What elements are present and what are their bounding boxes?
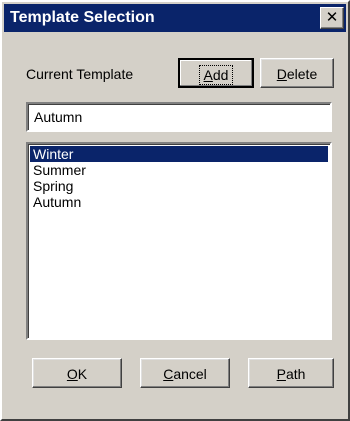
cancel-button-mnemonic: C	[163, 366, 174, 382]
path-button-mnemonic: P	[276, 366, 286, 382]
add-button[interactable]: Add	[178, 58, 254, 88]
list-item[interactable]: Summer	[30, 162, 328, 178]
current-template-field[interactable]: Autumn	[26, 102, 332, 132]
ok-button[interactable]: OK	[32, 358, 122, 388]
cancel-button[interactable]: Cancel	[140, 358, 230, 388]
path-button[interactable]: Path	[248, 358, 334, 388]
close-icon: ✕	[325, 9, 339, 26]
window-title: Template Selection	[10, 9, 155, 26]
current-template-value: Autumn	[34, 109, 83, 125]
ok-button-mnemonic: O	[66, 366, 78, 382]
ok-button-label: K	[77, 366, 88, 382]
add-button-mnemonic: A	[203, 67, 213, 83]
close-button[interactable]: ✕	[320, 7, 344, 29]
list-item[interactable]: Spring	[30, 178, 328, 194]
path-button-label: ath	[285, 366, 306, 382]
add-button-label: Add	[198, 65, 234, 85]
delete-button-label: elete	[286, 66, 318, 82]
delete-button-mnemonic: D	[276, 66, 287, 82]
current-template-label: Current Template	[26, 66, 134, 82]
delete-button[interactable]: Delete	[260, 58, 334, 88]
list-item[interactable]: Autumn	[30, 194, 328, 210]
add-button-label-rest: dd	[212, 67, 229, 83]
template-list[interactable]: Winter Summer Spring Autumn	[26, 142, 332, 340]
list-item[interactable]: Winter	[30, 146, 328, 162]
title-bar[interactable]: Template Selection ✕	[4, 4, 346, 32]
cancel-button-label: ancel	[173, 366, 207, 382]
template-selection-dialog: Template Selection ✕ Current Template Ad…	[0, 0, 350, 421]
